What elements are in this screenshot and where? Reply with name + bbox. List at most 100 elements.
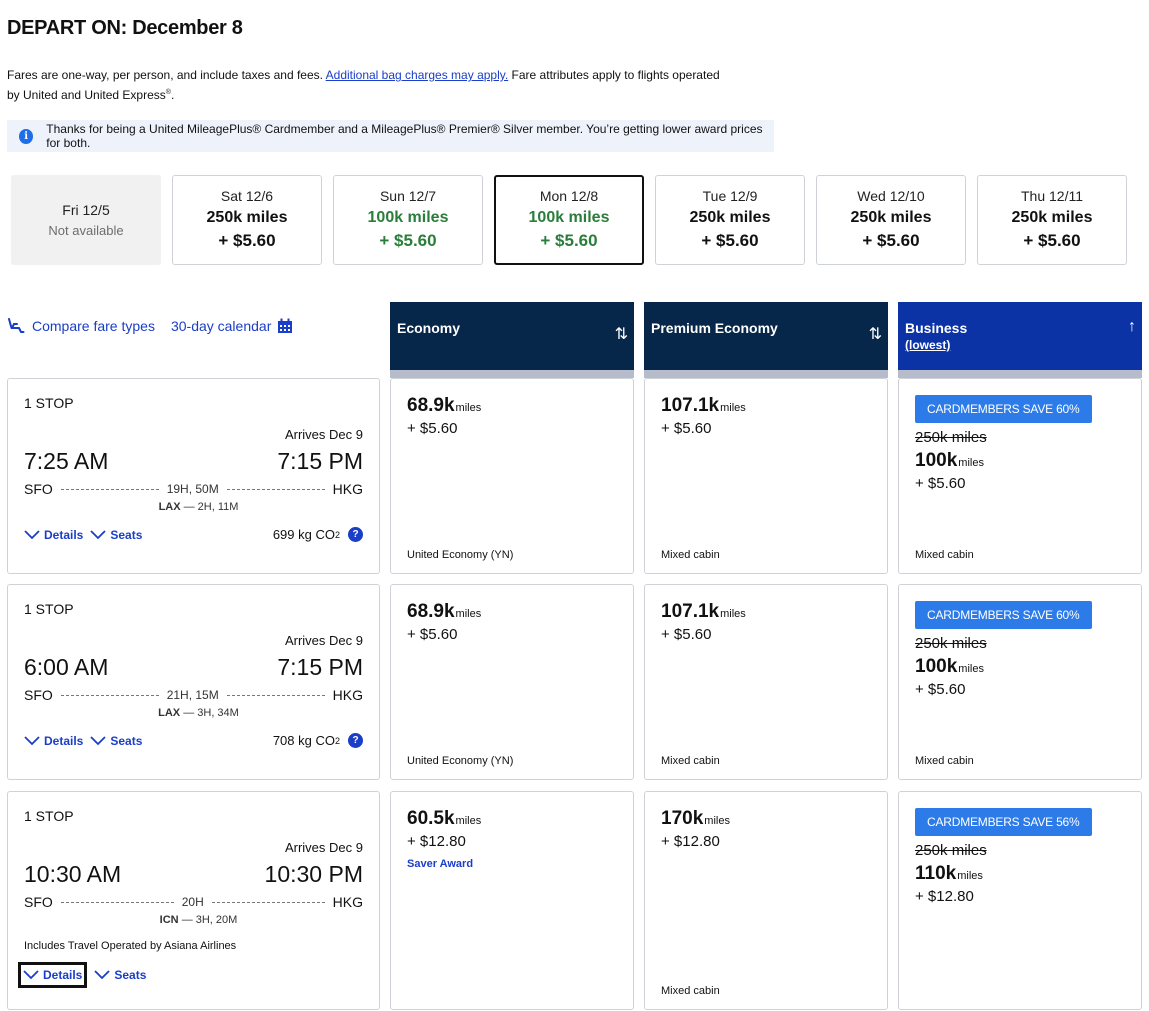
business-column-header[interactable]: Business (lowest) ↑ bbox=[898, 302, 1142, 378]
premium-fare-1[interactable]: 107.1kmiles + $5.60 Mixed cabin bbox=[644, 378, 888, 574]
fare-price: + $5.60 bbox=[661, 626, 712, 643]
fare-price: + $12.80 bbox=[407, 833, 466, 850]
help-icon[interactable]: ? bbox=[348, 527, 363, 542]
arrives-label: Arrives Dec 9 bbox=[284, 633, 363, 648]
fare-miles: 107.1k bbox=[661, 601, 720, 622]
premium-fare-2[interactable]: 107.1kmiles + $5.60 Mixed cabin bbox=[644, 584, 888, 780]
date-card-thu-12-11[interactable]: Thu 12/11 250k miles + $5.60 bbox=[977, 175, 1127, 265]
original-miles: 250k miles bbox=[915, 635, 987, 652]
stops-label: 1 STOP bbox=[24, 808, 74, 824]
sort-icon[interactable]: ⇅ bbox=[869, 324, 882, 344]
page-title: DEPART ON: December 8 bbox=[7, 17, 243, 39]
operated-by-note: Includes Travel Operated by Asiana Airli… bbox=[24, 940, 237, 952]
details-toggle[interactable]: Details bbox=[18, 962, 88, 988]
compare-label: Compare fare types bbox=[32, 318, 155, 334]
date-card-mon-12-8[interactable]: Mon 12/8 100k miles + $5.60 bbox=[494, 175, 644, 265]
fare-miles: 110k bbox=[915, 863, 957, 884]
fare-price: + $12.80 bbox=[661, 833, 720, 850]
destination-code: HKG bbox=[332, 894, 364, 910]
date-label: Sun 12/7 bbox=[379, 187, 437, 204]
date-card-sun-12-7[interactable]: Sun 12/7 100k miles + $5.60 bbox=[333, 175, 483, 265]
cabin-sublabel[interactable]: (lowest) bbox=[905, 338, 1136, 352]
depart-time: 10:30 AM bbox=[24, 861, 122, 887]
destination-code: HKG bbox=[332, 481, 363, 497]
date-label: Thu 12/11 bbox=[1020, 187, 1083, 204]
fare-price: + $12.80 bbox=[915, 888, 974, 905]
date-label: Fri 12/5 bbox=[62, 202, 110, 218]
fare-miles: 68.9k bbox=[407, 601, 455, 622]
fare-class: Mixed cabin bbox=[661, 755, 720, 767]
arrive-time: 7:15 PM bbox=[277, 654, 363, 680]
co2-emissions: 699 kg CO 2? bbox=[273, 527, 363, 542]
date-label: Sat 12/6 bbox=[220, 187, 274, 204]
fare-price: + $5.60 bbox=[915, 681, 966, 698]
fare-class: Mixed cabin bbox=[915, 549, 974, 561]
business-fare-1[interactable]: CARDMEMBERS SAVE 60% 250k miles 100kmile… bbox=[898, 378, 1142, 574]
seats-toggle[interactable]: Seats bbox=[90, 528, 142, 542]
cabin-label: Premium Economy bbox=[651, 320, 778, 336]
chevron-down-icon bbox=[23, 970, 39, 980]
calendar-30-day-link[interactable]: 30-day calendar bbox=[171, 318, 293, 334]
fare-price: + $5.60 bbox=[407, 420, 458, 437]
flight-row-2: 1 STOP Arrives Dec 9 6:00 AM 7:15 PM SFO 2… bbox=[7, 584, 380, 780]
original-miles: 250k miles bbox=[915, 842, 987, 859]
depart-time: 7:25 AM bbox=[24, 448, 109, 474]
business-fare-2[interactable]: CARDMEMBERS SAVE 60% 250k miles 100kmile… bbox=[898, 584, 1142, 780]
date-card-sat-12-6[interactable]: Sat 12/6 250k miles + $5.60 bbox=[172, 175, 322, 265]
seats-toggle[interactable]: Seats bbox=[90, 734, 142, 748]
notice-text: Fares are one-way, per person, and inclu… bbox=[7, 68, 323, 82]
fare-class: Mixed cabin bbox=[661, 985, 720, 997]
savings-badge: CARDMEMBERS SAVE 56% bbox=[915, 808, 1092, 836]
premium-fare-3[interactable]: 170kmiles + $12.80 Mixed cabin bbox=[644, 791, 888, 1010]
origin-code: SFO bbox=[24, 687, 53, 703]
cardmember-banner: i Thanks for being a United MileagePlus®… bbox=[7, 120, 774, 152]
fare-miles: 100k bbox=[915, 656, 958, 677]
date-label: Mon 12/8 bbox=[539, 187, 599, 204]
chevron-down-icon bbox=[24, 735, 40, 745]
stops-label: 1 STOP bbox=[24, 395, 74, 411]
fare-price: + $5.60 bbox=[915, 475, 966, 492]
arrive-time: 7:15 PM bbox=[277, 448, 363, 474]
results-tools: Compare fare types 30-day calendar bbox=[7, 318, 293, 334]
fare-class: United Economy (YN) bbox=[407, 755, 514, 767]
fares-notice: Fares are one-way, per person, and inclu… bbox=[7, 66, 727, 104]
date-miles: 100k miles bbox=[367, 208, 449, 226]
premium-economy-column-header[interactable]: Premium Economy ⇅ bbox=[644, 302, 888, 378]
date-card-wed-12-10[interactable]: Wed 12/10 250k miles + $5.60 bbox=[816, 175, 966, 265]
date-miles: 250k miles bbox=[850, 208, 932, 226]
stops-label: 1 STOP bbox=[24, 601, 74, 617]
business-fare-3[interactable]: CARDMEMBERS SAVE 56% 250k miles 110kmile… bbox=[898, 791, 1142, 1010]
seats-toggle[interactable]: Seats bbox=[94, 968, 146, 982]
date-card-tue-12-9[interactable]: Tue 12/9 250k miles + $5.60 bbox=[655, 175, 805, 265]
chevron-down-icon bbox=[90, 735, 106, 745]
sort-icon[interactable]: ⇅ bbox=[615, 324, 628, 344]
help-icon[interactable]: ? bbox=[348, 733, 363, 748]
flight-duration: 19H, 50M bbox=[166, 482, 219, 496]
date-status: Not available bbox=[48, 223, 124, 238]
fare-price: + $5.60 bbox=[661, 420, 712, 437]
original-miles: 250k miles bbox=[915, 429, 987, 446]
date-label: Wed 12/10 bbox=[857, 187, 925, 204]
economy-fare-1[interactable]: 68.9kmiles + $5.60 United Economy (YN) bbox=[390, 378, 634, 574]
chevron-down-icon bbox=[90, 529, 106, 539]
date-selector: Fri 12/5 Not available Sat 12/6 250k mil… bbox=[11, 175, 1127, 265]
fare-miles: 100k bbox=[915, 450, 958, 471]
economy-fare-2[interactable]: 68.9kmiles + $5.60 United Economy (YN) bbox=[390, 584, 634, 780]
bag-charges-link[interactable]: Additional bag charges may apply. bbox=[326, 68, 509, 82]
flight-duration: 21H, 15M bbox=[166, 688, 219, 702]
date-card-fri-12-5: Fri 12/5 Not available bbox=[11, 175, 161, 265]
cabin-label: Business bbox=[905, 320, 968, 336]
date-miles: 100k miles bbox=[528, 208, 610, 226]
fare-class: Mixed cabin bbox=[915, 755, 974, 767]
details-toggle[interactable]: Details bbox=[24, 528, 83, 542]
economy-column-header[interactable]: Economy ⇅ bbox=[390, 302, 634, 378]
info-icon: i bbox=[19, 128, 34, 144]
savings-badge: CARDMEMBERS SAVE 60% bbox=[915, 601, 1092, 629]
compare-fare-types-link[interactable]: Compare fare types bbox=[7, 318, 155, 334]
arrives-label: Arrives Dec 9 bbox=[284, 427, 363, 442]
date-miles: 250k miles bbox=[689, 208, 771, 226]
economy-fare-3[interactable]: 60.5kmiles + $12.80 Saver Award bbox=[390, 791, 634, 1010]
saver-award-label: Saver Award bbox=[407, 858, 474, 870]
details-toggle[interactable]: Details bbox=[24, 734, 83, 748]
sort-ascending-icon[interactable]: ↑ bbox=[1128, 318, 1136, 336]
